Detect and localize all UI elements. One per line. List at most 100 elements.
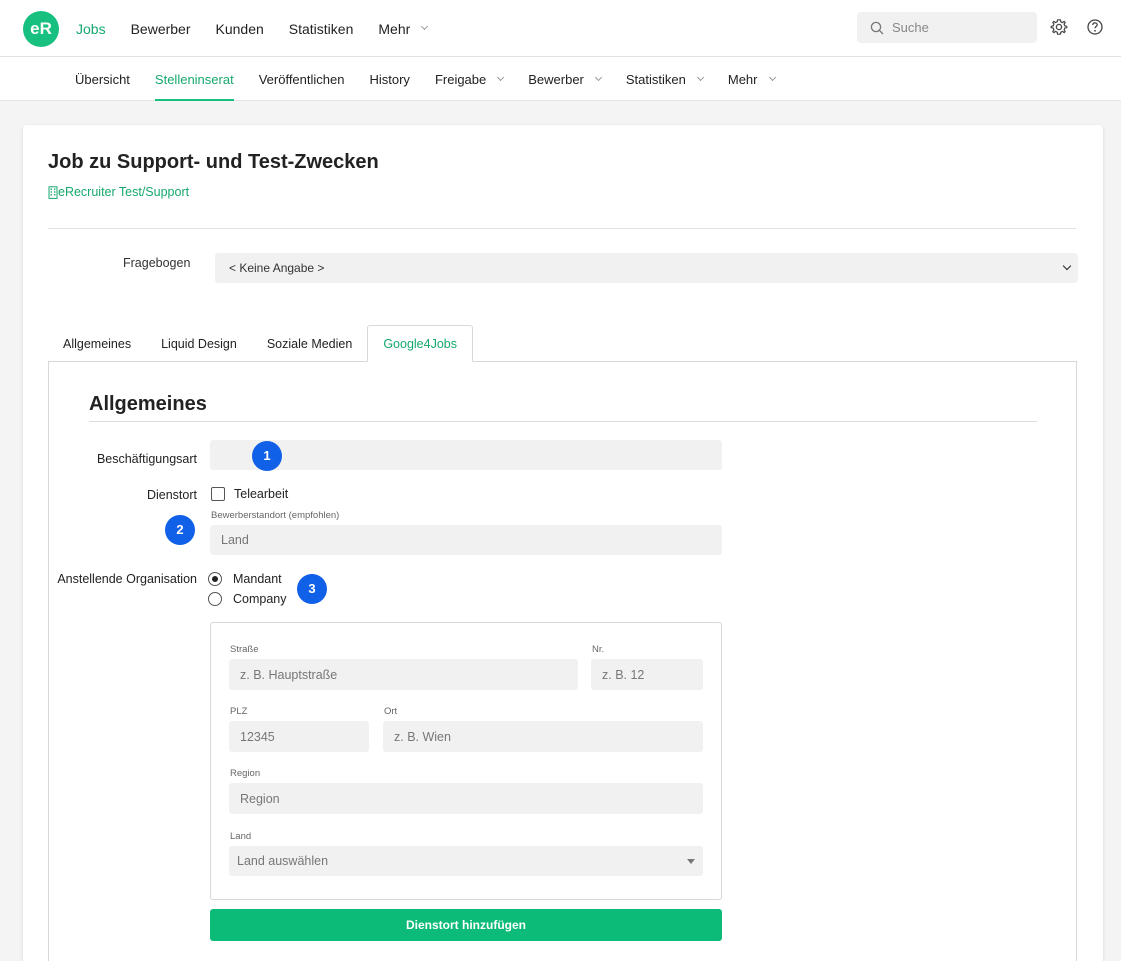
strasse-placeholder: z. B. Hauptstraße	[240, 667, 338, 682]
address-form: Straße z. B. Hauptstraße Nr. z. B. 12 PL…	[210, 622, 722, 900]
subnav-label: Stelleninserat	[154, 71, 234, 87]
ort-input[interactable]: z. B. Wien	[383, 721, 703, 752]
gear-icon[interactable]	[1050, 18, 1068, 36]
nr-placeholder: z. B. 12	[602, 667, 645, 682]
nav-label: Statistiken	[288, 20, 354, 37]
beschaeftigungsart-label: Beschäftigungsart	[96, 452, 197, 466]
region-placeholder: Region	[240, 791, 280, 806]
top-navigation-bar: eR Jobs Bewerber Kunden Statistiken Mehr…	[0, 0, 1121, 57]
radio-mandant-label: Mandant	[233, 572, 282, 586]
subnav-item-mehr[interactable]: Mehr	[727, 57, 776, 101]
bewerberstandort-placeholder: Land	[221, 533, 249, 547]
nav-item-kunden[interactable]: Kunden	[216, 21, 264, 37]
telearbeit-checkbox[interactable]	[211, 487, 225, 501]
tab-label: Soziale Medien	[266, 336, 353, 351]
subnav-item-freigabe[interactable]: Freigabe	[434, 57, 505, 101]
subnav-item-history[interactable]: History	[369, 57, 409, 101]
app-logo[interactable]: eR	[23, 11, 59, 47]
add-dienstort-button[interactable]: Dienstort hinzufügen	[210, 909, 722, 941]
section-title: Allgemeines	[89, 393, 207, 415]
annotation-badge-1: 1	[252, 441, 282, 471]
tab-allgemeines[interactable]: Allgemeines	[48, 325, 146, 362]
tab-label: Liquid Design	[161, 336, 237, 351]
subnav-label: Freigabe	[434, 71, 487, 87]
tab-bar: Allgemeines Liquid Design Soziale Medien…	[48, 325, 473, 362]
bewerberstandort-input[interactable]: Land	[210, 525, 722, 555]
plz-label: PLZ	[230, 706, 248, 717]
tab-label: Google4Jobs	[383, 336, 457, 351]
nav-item-mehr[interactable]: Mehr	[378, 20, 429, 37]
subnav-label: Veröffentlichen	[258, 71, 345, 87]
subnav-item-bewerber[interactable]: Bewerber	[528, 57, 602, 101]
nr-input[interactable]: z. B. 12	[591, 659, 703, 690]
radio-mandant[interactable]	[208, 572, 222, 586]
job-subnav: Übersicht Stelleninserat Veröffentlichen…	[75, 57, 800, 101]
tab-soziale-medien[interactable]: Soziale Medien	[252, 325, 367, 362]
tab-google4jobs[interactable]: Google4Jobs	[367, 325, 473, 362]
help-icon[interactable]	[1086, 18, 1104, 36]
chevron-down-icon	[497, 73, 505, 81]
chevron-down-icon	[421, 22, 429, 31]
chevron-down-icon	[594, 73, 602, 81]
nav-item-statistiken[interactable]: Statistiken	[289, 21, 354, 37]
ort-label: Ort	[384, 706, 398, 717]
subnav-label: History	[369, 71, 410, 87]
subnav-item-veroeffentlichen[interactable]: Veröffentlichen	[259, 57, 345, 101]
annotation-badge-2: 2	[165, 515, 195, 545]
tab-panel-google4jobs: Allgemeines Beschäftigungsart 1 Dienstor…	[48, 361, 1077, 961]
company-link[interactable]: eRecruiter Test/Support	[48, 185, 189, 199]
job-card: Job zu Support- und Test-Zwecken eRecrui…	[23, 125, 1103, 961]
main-nav: Jobs Bewerber Kunden Statistiken Mehr	[76, 0, 452, 57]
subnav-label: Übersicht	[75, 71, 130, 87]
nav-label: Jobs	[76, 20, 106, 37]
land-value: Land auswählen	[237, 854, 329, 868]
subnav-label: Statistiken	[625, 71, 686, 87]
chevron-down-icon	[696, 73, 704, 81]
section-divider	[89, 421, 1037, 422]
fragebogen-value: < Keine Angabe >	[229, 261, 325, 275]
building-icon	[48, 185, 58, 199]
company-name: eRecruiter Test/Support	[58, 185, 190, 199]
subnav-label: Bewerber	[528, 71, 584, 87]
plz-placeholder: 12345	[240, 729, 275, 744]
subnav-item-stelleninserat[interactable]: Stelleninserat	[154, 57, 234, 101]
telearbeit-label: Telearbeit	[234, 487, 289, 501]
chevron-down-icon	[768, 73, 776, 81]
beschaeftigungsart-field[interactable]	[210, 440, 722, 470]
nav-item-jobs[interactable]: Jobs	[76, 21, 106, 37]
search-input[interactable]: Suche	[857, 12, 1037, 43]
plz-input[interactable]: 12345	[229, 721, 369, 752]
fragebogen-label: Fragebogen	[123, 256, 191, 270]
nav-label: Kunden	[215, 20, 264, 37]
strasse-label: Straße	[230, 644, 259, 655]
search-icon	[870, 21, 884, 34]
fragebogen-select[interactable]: < Keine Angabe >	[215, 253, 1078, 283]
dienstort-label: Dienstort	[146, 488, 197, 502]
sub-navigation-bar: Übersicht Stelleninserat Veröffentlichen…	[0, 57, 1121, 101]
radio-company[interactable]	[208, 592, 222, 606]
ort-placeholder: z. B. Wien	[394, 729, 451, 744]
region-label: Region	[230, 768, 261, 779]
nr-label: Nr.	[592, 644, 605, 655]
region-input[interactable]: Region	[229, 783, 703, 814]
caret-down-icon	[687, 859, 695, 864]
subnav-label: Mehr	[727, 71, 758, 87]
annotation-badge-3: 3	[297, 574, 327, 604]
strasse-input[interactable]: z. B. Hauptstraße	[229, 659, 578, 690]
organisation-label: Anstellende Organisation	[57, 572, 197, 586]
tab-label: Allgemeines	[63, 336, 132, 351]
land-label: Land	[230, 831, 252, 842]
chevron-down-icon	[1062, 261, 1072, 271]
nav-label: Bewerber	[130, 20, 191, 37]
nav-item-bewerber[interactable]: Bewerber	[131, 21, 191, 37]
divider	[48, 228, 1076, 229]
subnav-item-uebersicht[interactable]: Übersicht	[75, 57, 130, 101]
tab-liquid-design[interactable]: Liquid Design	[146, 325, 252, 362]
land-select[interactable]: Land auswählen	[229, 846, 703, 876]
radio-company-label: Company	[233, 592, 287, 606]
search-placeholder: Suche	[892, 20, 929, 35]
nav-label: Mehr	[378, 20, 411, 37]
page-title: Job zu Support- und Test-Zwecken	[48, 151, 379, 173]
subnav-item-statistiken[interactable]: Statistiken	[625, 57, 704, 101]
bewerberstandort-label: Bewerberstandort (empfohlen)	[211, 510, 340, 521]
